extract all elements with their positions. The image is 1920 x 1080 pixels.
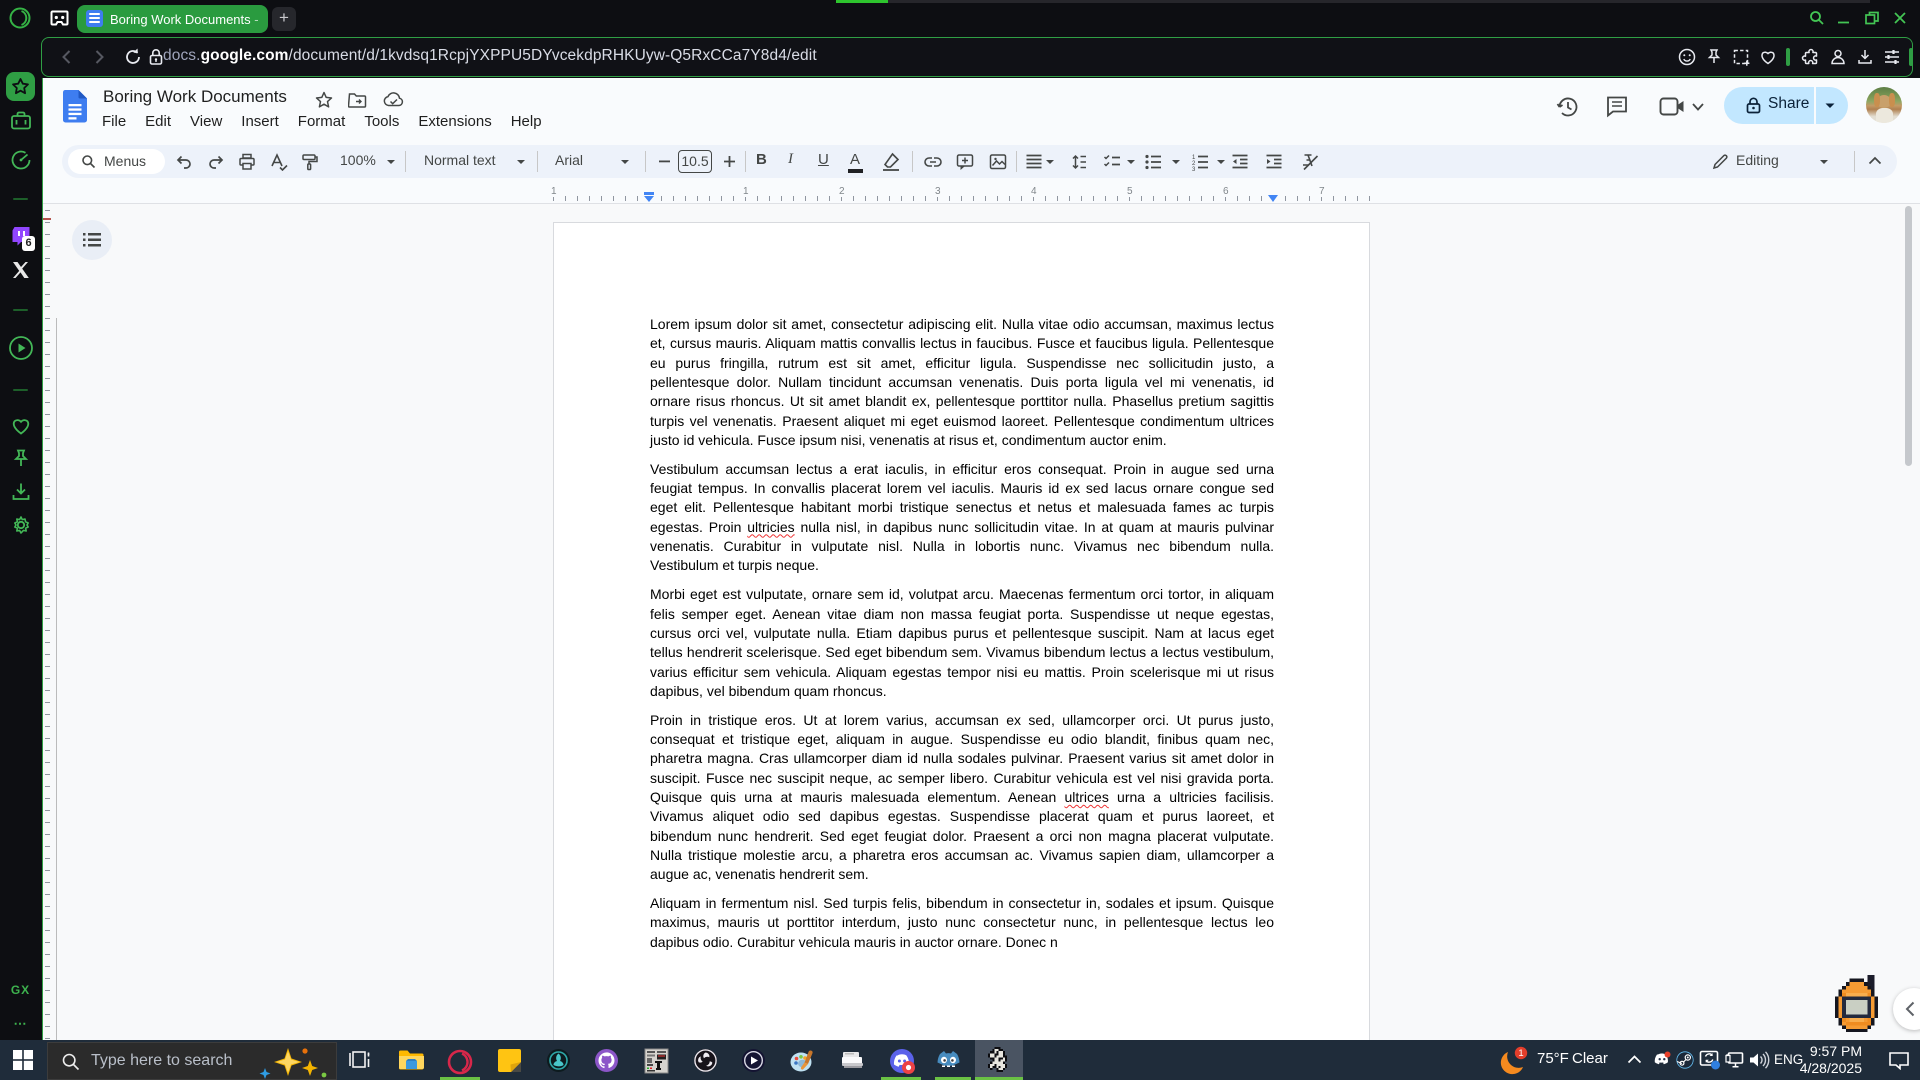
svg-text:1: 1 [1518, 1048, 1523, 1059]
svg-text:3: 3 [1192, 167, 1196, 171]
